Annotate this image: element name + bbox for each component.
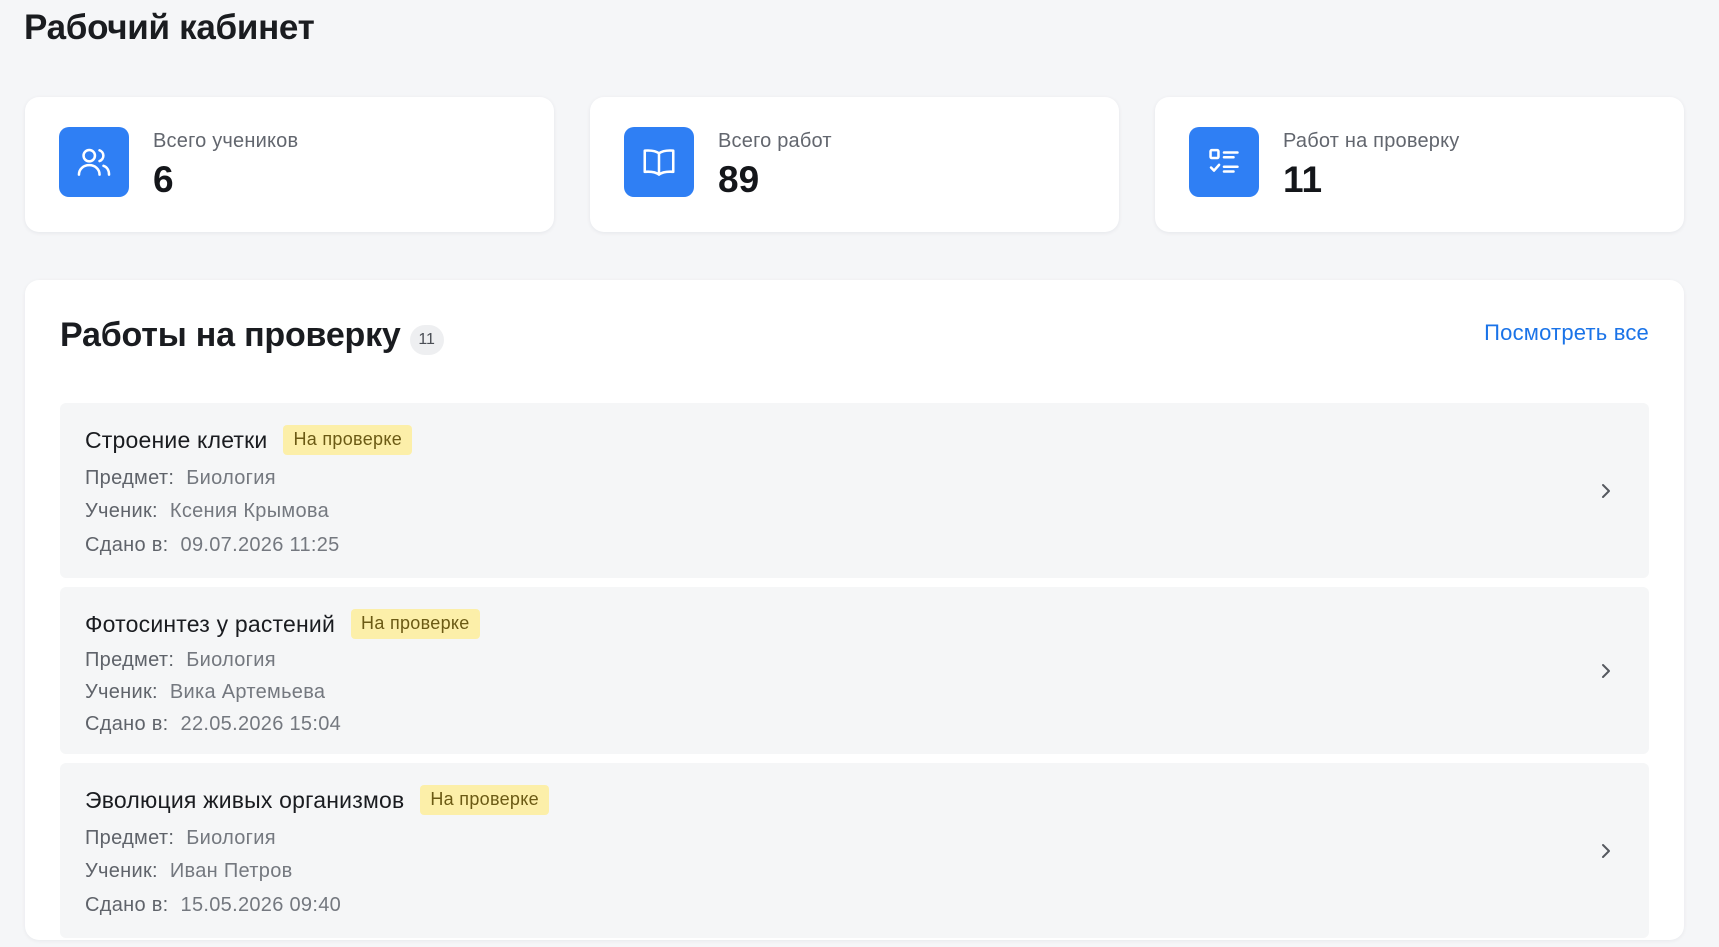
stat-value: 11 [1283,159,1323,200]
book-icon [624,127,694,197]
work-title: Эволюция живых организмов [85,786,405,813]
chevron-right-icon [1602,483,1610,498]
stat-value: 6 [153,159,174,200]
subject-row: Предмет: Биология [85,649,276,672]
work-title: Строение клетки [85,426,268,453]
student-value: Иван Петров [169,860,293,882]
student-label: Ученик: [85,500,158,522]
stat-label: Всего работ [718,130,832,152]
submitted-row: Сдано в: 15.05.2026 09:40 [85,894,341,917]
view-all-link[interactable]: Посмотреть все [1484,320,1649,346]
chevron-right-icon [1602,663,1610,678]
subject-label: Предмет: [85,827,175,849]
subject-row: Предмет: Биология [85,827,276,850]
submitted-value: 15.05.2026 09:40 [180,894,342,916]
submitted-value: 22.05.2026 15:04 [180,713,342,735]
work-item[interactable]: Эволюция живых организмов На проверке Пр… [60,763,1649,938]
chevron-right-icon [1602,843,1610,858]
student-label: Ученик: [85,860,158,882]
stat-card-students: Всего учеников 6 [25,97,554,232]
submitted-row: Сдано в: 09.07.2026 11:25 [85,534,340,557]
users-icon [59,127,129,197]
subject-label: Предмет: [85,467,175,489]
submitted-label: Сдано в: [85,713,169,735]
status-badge: На проверке [283,425,413,455]
student-row: Ученик: Вика Артемьева [85,681,325,704]
subject-value: Биология [186,827,276,849]
work-item[interactable]: Строение клетки На проверке Предмет: Биол… [60,403,1649,578]
page-title: Рабочий кабинет [24,8,315,47]
stat-label: Работ на проверку [1283,130,1460,152]
submitted-value: 09.07.2026 11:25 [180,534,340,556]
work-item[interactable]: Фотосинтез у растений На проверке Предме… [60,587,1649,754]
student-label: Ученик: [85,681,158,703]
submitted-label: Сдано в: [85,894,169,916]
stat-value: 89 [718,159,760,200]
stats-row: Всего учеников 6 Всего работ 89 Работ на [25,97,1684,232]
review-panel: Работы на проверку 11 Посмотреть все Стр… [25,280,1684,940]
subject-value: Биология [186,649,276,671]
review-header: Работы на проверку 11 [60,316,444,355]
stat-card-works: Всего работ 89 [590,97,1119,232]
work-title-row: Фотосинтез у растений На проверке [85,609,480,639]
stat-label: Всего учеников [153,130,299,152]
student-value: Ксения Крымова [169,500,329,522]
student-value: Вика Артемьева [169,681,326,703]
work-list: Строение клетки На проверке Предмет: Биол… [60,403,1649,947]
status-badge: На проверке [351,609,480,639]
stat-card-pending: Работ на проверку 11 [1155,97,1684,232]
subject-row: Предмет: Биология [85,467,276,490]
review-count-badge: 11 [409,324,444,355]
student-row: Ученик: Иван Петров [85,860,293,883]
submitted-row: Сдано в: 22.05.2026 15:04 [85,713,341,736]
work-title: Фотосинтез у растений [85,610,336,637]
status-badge: На проверке [420,785,549,815]
work-title-row: Строение клетки На проверке [85,425,413,455]
checklist-icon [1189,127,1259,197]
student-row: Ученик: Ксения Крымова [85,500,329,523]
subject-value: Биология [186,467,276,489]
work-title-row: Эволюция живых организмов На проверке [85,785,549,815]
review-title: Работы на проверку [60,316,401,354]
subject-label: Предмет: [85,649,175,671]
submitted-label: Сдано в: [85,534,169,556]
